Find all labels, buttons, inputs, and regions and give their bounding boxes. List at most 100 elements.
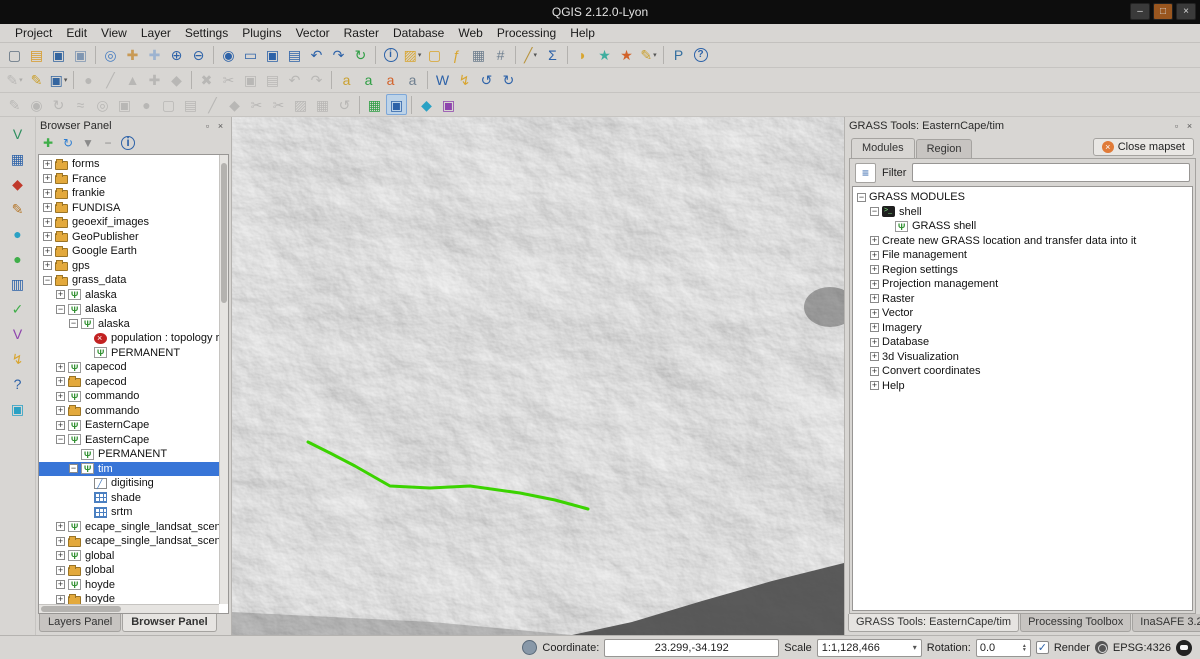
tree-item[interactable]: PERMANENT <box>39 346 228 361</box>
tree-item[interactable]: digitising <box>39 476 228 491</box>
menu-item[interactable]: Help <box>563 25 602 41</box>
open-project-button[interactable]: ▤ <box>26 45 47 66</box>
spinner-arrows-icon[interactable]: ▲▼ <box>1022 644 1027 652</box>
map-tips-button[interactable]: ◗ <box>572 45 593 66</box>
quick-finder-button[interactable]: ↯ <box>6 347 30 370</box>
openlayers-button[interactable]: ● <box>6 222 30 245</box>
close-panel-icon[interactable]: × <box>1183 120 1196 132</box>
tree-item[interactable]: + Convert coordinates <box>853 364 1192 379</box>
expander-icon[interactable]: − <box>43 276 52 285</box>
tree-item[interactable]: + EasternCape <box>39 418 228 433</box>
snapping-grid-button[interactable]: ▦ <box>364 94 385 115</box>
add-feature-button[interactable]: ● <box>78 70 99 91</box>
tab-inasafe[interactable]: InaSAFE 3.2.2 <box>1132 614 1200 632</box>
quick-digitize-button[interactable]: ↯ <box>454 70 475 91</box>
annotation-button[interactable]: ✎ <box>638 45 659 66</box>
statistical-summary-button[interactable]: Σ <box>542 45 563 66</box>
tree-item[interactable]: + Vector <box>853 306 1192 321</box>
expander-icon[interactable]: − <box>56 435 65 444</box>
expander-icon[interactable]: + <box>56 290 65 299</box>
menu-item[interactable]: View <box>94 25 134 41</box>
tree-item[interactable]: + Region settings <box>853 263 1192 278</box>
delete-selected-button[interactable]: ✖ <box>196 70 217 91</box>
expander-icon[interactable]: + <box>870 265 879 274</box>
topology-checker-button[interactable]: ✓ <box>6 297 30 320</box>
redo-button[interactable]: ↷ <box>306 70 327 91</box>
grid-toggle-button[interactable]: ▣ <box>386 94 407 115</box>
tree-item[interactable]: srtm <box>39 505 228 520</box>
tree-item-tim[interactable]: − tim <box>39 462 228 477</box>
db-manager-button[interactable]: ▥ <box>6 272 30 295</box>
expander-icon[interactable]: + <box>43 160 52 169</box>
identify-button[interactable]: i <box>380 45 401 66</box>
tree-item[interactable]: + Database <box>853 335 1192 350</box>
tree-item[interactable]: + capecod <box>39 375 228 390</box>
save-project-button[interactable]: ▣ <box>48 45 69 66</box>
scrollbar-thumb[interactable] <box>221 163 227 303</box>
tree-item[interactable]: + Create new GRASS location and transfer… <box>853 234 1192 249</box>
float-panel-icon[interactable]: ▫ <box>201 120 214 132</box>
horizontal-scrollbar[interactable] <box>39 604 219 613</box>
menu-item[interactable]: Project <box>8 25 59 41</box>
rotation-spinner[interactable]: 0.0 ▲▼ <box>976 639 1031 657</box>
expander-icon[interactable]: + <box>56 537 65 546</box>
menu-item[interactable]: Raster <box>337 25 386 41</box>
menu-item[interactable]: Vector <box>289 25 337 41</box>
tree-item[interactable]: + Projection management <box>853 277 1192 292</box>
tree-item[interactable]: + gps <box>39 259 228 274</box>
expander-icon[interactable]: + <box>870 323 879 332</box>
tree-item[interactable]: + geoexif_images <box>39 215 228 230</box>
current-edits-button[interactable]: ✎ <box>4 70 25 91</box>
osm-upload-button[interactable]: ↻ <box>498 70 519 91</box>
add-ring-button[interactable]: ◎ <box>92 94 113 115</box>
tab-layers-panel[interactable]: Layers Panel <box>39 614 121 632</box>
expander-icon[interactable]: + <box>56 580 65 589</box>
label-settings-button[interactable]: a <box>336 70 357 91</box>
close-mapset-button[interactable]: × Close mapset <box>1093 138 1194 156</box>
expander-icon[interactable]: + <box>56 377 65 386</box>
expander-icon[interactable]: − <box>56 305 65 314</box>
expander-icon[interactable]: + <box>870 236 879 245</box>
scale-combobox[interactable]: 1:1,128,466 <box>817 639 922 657</box>
rotate-point-symbols-button[interactable]: ↺ <box>334 94 355 115</box>
grass-tools-button[interactable]: ▣ <box>6 397 30 420</box>
tree-item[interactable]: shade <box>39 491 228 506</box>
offset-curve-button[interactable]: ◆ <box>224 94 245 115</box>
globe-plugin-button[interactable]: ● <box>6 247 30 270</box>
expander-icon[interactable]: + <box>56 363 65 372</box>
grass-modules-root[interactable]: − GRASS MODULES <box>853 190 1192 205</box>
select-by-expression-button[interactable]: ƒ <box>446 45 467 66</box>
label-highlight-button[interactable]: a <box>402 70 423 91</box>
expander-icon[interactable]: + <box>43 174 52 183</box>
tree-item[interactable]: + File management <box>853 248 1192 263</box>
tab-browser-panel[interactable]: Browser Panel <box>122 614 216 632</box>
label-pin-button[interactable]: a <box>380 70 401 91</box>
tree-item[interactable]: + global <box>39 563 228 578</box>
enable-advanced-digitizing-button[interactable]: ✎ <box>4 94 25 115</box>
whats-this-button[interactable]: ? <box>6 372 30 395</box>
collapse-all-button[interactable]: − <box>99 134 117 152</box>
expander-icon[interactable]: + <box>43 189 52 198</box>
add-polygon-button[interactable]: ▲ <box>122 70 143 91</box>
expander-icon[interactable]: − <box>69 319 78 328</box>
pan-to-selection-button[interactable]: ✚ <box>144 45 165 66</box>
crs-status-icon[interactable] <box>1095 641 1108 654</box>
menu-item[interactable]: Web <box>451 25 489 41</box>
raster-tools-button[interactable]: ▦ <box>6 147 30 170</box>
minimize-button[interactable]: – <box>1130 3 1150 20</box>
vertical-scrollbar[interactable] <box>219 155 228 604</box>
zoom-last-button[interactable]: ↶ <box>306 45 327 66</box>
map-canvas[interactable] <box>232 117 844 635</box>
close-panel-icon[interactable]: × <box>214 120 227 132</box>
expander-icon[interactable]: + <box>56 595 65 604</box>
merge-features-button[interactable]: ▨ <box>290 94 311 115</box>
zoom-in-button[interactable]: ⊕ <box>166 45 187 66</box>
vector-query-button[interactable]: V <box>6 322 30 345</box>
copy-features-button[interactable]: ▣ <box>240 70 261 91</box>
float-panel-icon[interactable]: ▫ <box>1170 120 1183 132</box>
label-toggle-button[interactable]: a <box>358 70 379 91</box>
tab-modules[interactable]: Modules <box>851 138 915 158</box>
measure-button[interactable]: ╱ <box>520 45 541 66</box>
expander-icon[interactable]: + <box>870 294 879 303</box>
scrollbar-thumb[interactable] <box>41 606 121 612</box>
